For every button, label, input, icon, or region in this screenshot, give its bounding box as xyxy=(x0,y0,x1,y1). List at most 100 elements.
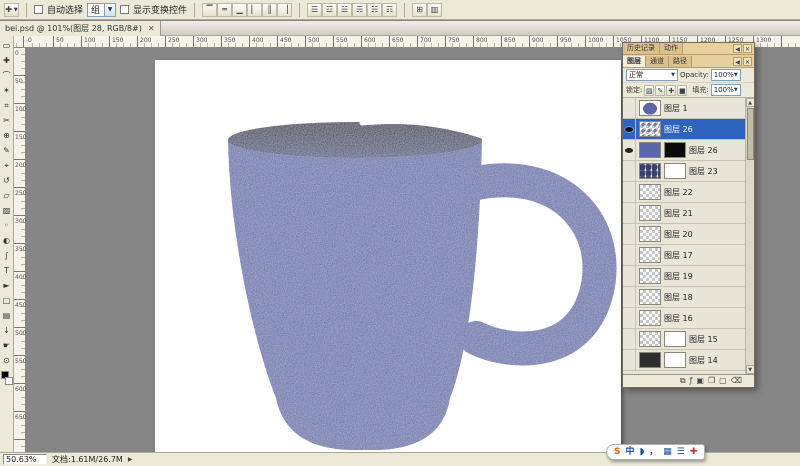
rectangular-marquee-tool-icon[interactable]: ▭ xyxy=(1,39,13,52)
layer-row[interactable]: 图层 23 xyxy=(623,161,754,182)
soft-keyboard-icon[interactable]: ▦ xyxy=(663,445,672,459)
background-color-swatch[interactable] xyxy=(5,377,13,385)
panel-close-button[interactable]: ✕ xyxy=(743,44,752,53)
distribute-bottom-edges-icon[interactable]: ☱ xyxy=(337,3,352,17)
distribute-horizontal-centers-icon[interactable]: ☵ xyxy=(367,3,382,17)
layer-row[interactable]: 图层 22 xyxy=(623,182,754,203)
lasso-tool-icon[interactable]: ⌒ xyxy=(1,69,13,82)
layer-row[interactable]: 图层 19 xyxy=(623,266,754,287)
layer-row[interactable]: 图层 1 xyxy=(623,98,754,119)
distribute-vertical-centers-icon[interactable]: ☲ xyxy=(322,3,337,17)
layer-row[interactable]: 图层 20 xyxy=(623,224,754,245)
eraser-tool-icon[interactable]: ▱ xyxy=(1,189,13,202)
align-bottom-edges-icon[interactable]: ▁ xyxy=(232,3,247,17)
panel-collapse-button[interactable]: ◀ xyxy=(733,44,742,53)
link-layers-button[interactable]: ⧉ xyxy=(680,375,686,387)
distribute-left-edges-icon[interactable]: ☴ xyxy=(352,3,367,17)
fill-field[interactable]: 100% ▼ xyxy=(711,84,741,96)
layer-row[interactable]: 图层 18 xyxy=(623,287,754,308)
close-icon[interactable]: ✕ xyxy=(148,24,155,33)
align-left-edges-icon[interactable]: ▏ xyxy=(247,3,262,17)
palette-tab-图层[interactable]: 图层 xyxy=(623,56,646,67)
layer-mask-thumbnail[interactable] xyxy=(664,331,686,347)
layer-thumbnail[interactable] xyxy=(639,100,661,116)
delete-layer-button[interactable]: ⌫ xyxy=(731,375,742,387)
add-layer-mask-button[interactable]: ▣ xyxy=(696,375,704,387)
layer-thumbnail[interactable] xyxy=(639,121,661,137)
zoom-tool-icon[interactable]: ⊙ xyxy=(1,354,13,367)
layer-mask-thumbnail[interactable] xyxy=(664,163,686,179)
layer-thumbnail[interactable] xyxy=(639,226,661,242)
visibility-toggle[interactable] xyxy=(623,308,636,328)
dodge-tool-icon[interactable]: ◐ xyxy=(1,234,13,247)
layer-list-scrollbar[interactable]: ▲ ▼ xyxy=(745,98,754,374)
layer-style-button[interactable]: ƒ xyxy=(690,375,693,387)
auto-align-layers-icon[interactable]: ⊞ xyxy=(412,3,427,17)
visibility-toggle[interactable] xyxy=(623,245,636,265)
layer-row[interactable]: 图层 21 xyxy=(623,203,754,224)
lock-all-icon[interactable]: ■ xyxy=(677,85,687,96)
auto-select-checkbox[interactable] xyxy=(34,5,43,14)
layer-row[interactable]: 图层 15 xyxy=(623,329,754,350)
menu-icon[interactable]: ☰ xyxy=(677,445,685,459)
group-select[interactable]: 组▼ xyxy=(87,3,116,17)
opacity-field[interactable]: 100% ▼ xyxy=(711,69,741,81)
layer-thumbnail[interactable] xyxy=(639,310,661,326)
hand-tool-icon[interactable]: ☛ xyxy=(1,339,13,352)
zoom-field[interactable]: 50.63% xyxy=(3,454,47,465)
layer-row[interactable]: 图层 14 xyxy=(623,350,754,371)
status-menu-arrow-icon[interactable]: ▶ xyxy=(128,456,133,463)
align-vertical-centers-icon[interactable]: ═ xyxy=(217,3,232,17)
document-canvas[interactable] xyxy=(155,60,621,452)
lock-position-icon[interactable]: ✚ xyxy=(666,85,676,96)
visibility-toggle[interactable] xyxy=(623,287,636,307)
layer-thumbnail[interactable] xyxy=(639,289,661,305)
input-mode-icon[interactable]: 中 xyxy=(625,445,634,459)
new-group-button[interactable]: ❐ xyxy=(708,375,715,387)
workspace-icon[interactable]: ▥ xyxy=(427,3,442,17)
move-tool-icon[interactable]: ✚ xyxy=(1,54,13,67)
clone-stamp-tool-icon[interactable]: ⌖ xyxy=(1,159,13,172)
palette-tab-历史记录[interactable]: 历史记录 xyxy=(623,43,660,54)
align-right-edges-icon[interactable]: ▕ xyxy=(277,3,292,17)
distribute-right-edges-icon[interactable]: ☶ xyxy=(382,3,397,17)
tool-preset-button[interactable]: ✚▼ xyxy=(4,3,19,17)
document-tab[interactable]: bei.psd @ 101%(图层 28, RGB/8#) ✕ xyxy=(0,21,161,36)
visibility-toggle[interactable] xyxy=(623,224,636,244)
visibility-toggle[interactable] xyxy=(623,140,636,160)
palette-tab-通道[interactable]: 通道 xyxy=(646,56,669,67)
slice-tool-icon[interactable]: ✂ xyxy=(1,114,13,127)
type-tool-icon[interactable]: T xyxy=(1,264,13,277)
panel-collapse-button[interactable]: ◀ xyxy=(733,57,742,66)
layer-thumbnail[interactable] xyxy=(639,163,661,179)
layer-mask-thumbnail[interactable] xyxy=(664,352,686,368)
visibility-toggle[interactable] xyxy=(623,203,636,223)
pen-tool-icon[interactable]: ∫ xyxy=(1,249,13,262)
show-transform-checkbox[interactable] xyxy=(120,5,129,14)
visibility-toggle[interactable] xyxy=(623,266,636,286)
lock-pixels-icon[interactable]: ✎ xyxy=(655,85,665,96)
layer-thumbnail[interactable] xyxy=(639,205,661,221)
path-selection-tool-icon[interactable]: ► xyxy=(1,279,13,292)
eyedropper-tool-icon[interactable]: ↓ xyxy=(1,324,13,337)
layer-mask-thumbnail[interactable] xyxy=(664,142,686,158)
magic-wand-tool-icon[interactable]: ✶ xyxy=(1,84,13,97)
layer-row[interactable]: 图层 17 xyxy=(623,245,754,266)
visibility-toggle[interactable] xyxy=(623,329,636,349)
vertical-ruler[interactable]: 050100150200250300350400450500550600650 xyxy=(14,48,26,452)
blur-tool-icon[interactable]: ◦ xyxy=(1,219,13,232)
layer-row[interactable]: 图层 16 xyxy=(623,308,754,329)
align-top-edges-icon[interactable]: ▔ xyxy=(202,3,217,17)
sogou-logo-icon[interactable]: S xyxy=(614,445,620,459)
new-layer-button[interactable]: ▢ xyxy=(719,375,727,387)
visibility-toggle[interactable] xyxy=(623,161,636,181)
layer-thumbnail[interactable] xyxy=(639,268,661,284)
scroll-down-button[interactable]: ▼ xyxy=(746,365,755,374)
layer-thumbnail[interactable] xyxy=(639,247,661,263)
crop-tool-icon[interactable]: ⌗ xyxy=(1,99,13,112)
brush-tool-icon[interactable]: ✎ xyxy=(1,144,13,157)
blend-mode-select[interactable]: 正常 ▼ xyxy=(626,69,678,81)
punctuation-icon[interactable]: ， xyxy=(649,445,658,459)
align-horizontal-centers-icon[interactable]: ║ xyxy=(262,3,277,17)
settings-icon[interactable]: ✚ xyxy=(690,445,698,459)
